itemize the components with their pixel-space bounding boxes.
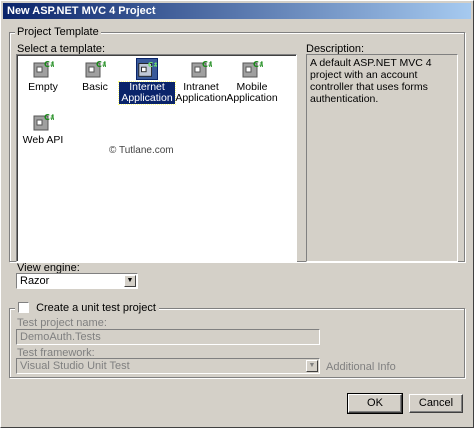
project-template-group-label: Project Template — [15, 26, 101, 38]
svg-text:C#: C# — [44, 60, 54, 69]
project-template-icon: C# — [190, 58, 215, 80]
template-intranet-application[interactable]: C# Intranet Application — [173, 58, 229, 104]
template-web-api[interactable]: C# Web API — [15, 111, 71, 146]
template-basic[interactable]: C# Basic — [67, 58, 123, 93]
svg-text:C#: C# — [96, 60, 106, 69]
description-text: A default ASP.NET MVC 4 project with an … — [306, 54, 458, 262]
unit-test-header: Create a unit test project — [15, 301, 159, 315]
test-framework-select[interactable]: Visual Studio Unit Test ▼ — [16, 358, 320, 374]
test-framework-value: Visual Studio Unit Test — [20, 360, 130, 372]
project-template-icon: C# — [241, 58, 266, 80]
test-project-name-label: Test project name: — [17, 317, 107, 329]
template-label: Basic — [82, 81, 108, 93]
template-label: Empty — [28, 81, 58, 93]
additional-info-link[interactable]: Additional Info — [326, 361, 396, 373]
watermark-text: © Tutlane.com — [109, 145, 174, 156]
template-label: Web API — [22, 134, 64, 146]
cancel-button[interactable]: Cancel — [409, 394, 463, 413]
window-title: New ASP.NET MVC 4 Project — [3, 3, 471, 19]
svg-text:C#: C# — [253, 60, 263, 69]
template-internet-application[interactable]: C# Internet Application — [118, 58, 176, 105]
template-empty[interactable]: C# Empty — [15, 58, 71, 93]
project-template-icon: C# — [32, 58, 57, 80]
svg-text:C#: C# — [148, 60, 157, 69]
template-label: Mobile Application — [226, 81, 278, 104]
test-project-name-input[interactable]: DemoAuth.Tests — [16, 329, 320, 345]
svg-text:C#: C# — [202, 60, 212, 69]
ok-button[interactable]: OK — [347, 393, 403, 414]
create-unit-test-label: Create a unit test project — [36, 302, 156, 314]
create-unit-test-checkbox[interactable] — [18, 301, 29, 313]
template-mobile-application[interactable]: C# Mobile Application — [224, 58, 280, 104]
svg-text:C#: C# — [44, 113, 54, 122]
template-label: Intranet Application — [175, 81, 227, 104]
template-label: Internet Application — [118, 81, 176, 105]
project-template-icon: C# — [32, 111, 57, 133]
view-engine-value: Razor — [20, 275, 50, 287]
project-template-icon: C# — [84, 58, 109, 80]
chevron-down-icon[interactable]: ▼ — [306, 360, 318, 372]
view-engine-select[interactable]: Razor ▼ — [16, 273, 138, 289]
chevron-down-icon[interactable]: ▼ — [124, 275, 136, 287]
project-template-icon: C# — [136, 58, 159, 80]
dialog-window: New ASP.NET MVC 4 Project Project Templa… — [0, 0, 474, 428]
